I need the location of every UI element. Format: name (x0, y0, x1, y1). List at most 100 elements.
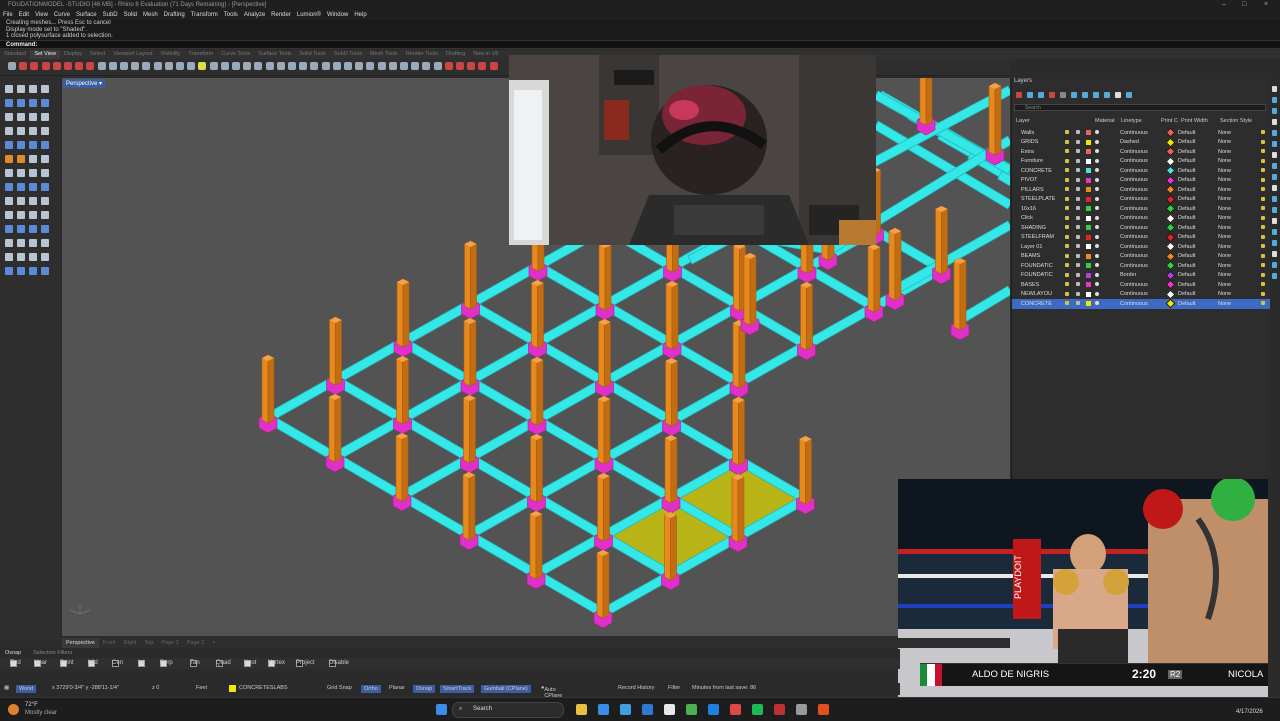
layer-row[interactable]: CONCRETE Continuous Default None (1012, 298, 1270, 309)
bulb-icon[interactable] (1065, 158, 1069, 163)
print-color-icon[interactable] (1165, 289, 1176, 299)
lock-icon[interactable] (1076, 263, 1080, 267)
tool-icon[interactable] (41, 169, 49, 177)
tool-icon[interactable] (5, 141, 13, 149)
layer-row[interactable]: 16x16 Continuous Default None (1012, 203, 1270, 214)
tool-icon[interactable] (29, 225, 37, 233)
layer-tool-icon[interactable] (1093, 92, 1099, 98)
layer-print-width[interactable]: Default (1178, 215, 1195, 221)
layer-row[interactable]: PILLARS Continuous Default None (1012, 184, 1270, 195)
pillar[interactable] (743, 252, 751, 326)
material-icon[interactable] (1095, 244, 1099, 248)
filter-toggle[interactable]: Filter (668, 685, 680, 691)
material-icon[interactable] (1095, 253, 1099, 258)
pillar[interactable] (799, 435, 806, 505)
tool-icon[interactable] (5, 197, 13, 205)
material-icon[interactable] (1095, 291, 1099, 296)
taskbar-app-icon[interactable] (598, 704, 609, 715)
auto-cplane-toggle[interactable]: ● Auto CPlane (World) (541, 685, 562, 705)
layer-section-style[interactable]: None (1218, 139, 1231, 145)
layer-color-swatch[interactable] (1086, 158, 1091, 164)
tool-icon[interactable] (5, 113, 13, 121)
toolbar-tool-icon[interactable] (433, 62, 442, 70)
material-icon[interactable] (1095, 177, 1099, 182)
toolbar-tool-icon[interactable] (478, 62, 487, 70)
material-icon[interactable] (1095, 130, 1099, 134)
taskbar-app-icon[interactable] (752, 704, 763, 715)
layer-color-swatch[interactable] (1086, 225, 1091, 230)
panel-tab-icon[interactable] (1272, 119, 1277, 125)
command-line[interactable]: Command: (0, 40, 1280, 49)
layer-section-style[interactable]: None (1218, 253, 1231, 259)
pillar[interactable] (328, 393, 336, 463)
layer-print-width[interactable]: Default (1178, 272, 1195, 278)
viewport-tab-4[interactable]: Page 1 (157, 638, 182, 648)
print-color-icon[interactable] (1165, 213, 1176, 223)
layer-section-style[interactable]: None (1218, 187, 1231, 193)
minimize-icon[interactable]: – (1222, 0, 1226, 10)
layer-linetype[interactable]: Dashed (1120, 139, 1139, 145)
material-icon[interactable] (1095, 272, 1099, 277)
pillar[interactable] (531, 279, 538, 349)
tool-icon[interactable] (5, 253, 13, 261)
tool-icon[interactable] (41, 197, 49, 205)
layer-search-input[interactable]: Search (1014, 104, 1266, 111)
toolbar-tool-icon[interactable] (153, 62, 162, 70)
menu-item-8[interactable]: Drafting (161, 10, 188, 20)
material-icon[interactable] (1095, 263, 1099, 267)
weather-icon[interactable] (8, 704, 19, 715)
layer-tool-icon[interactable] (1071, 92, 1077, 98)
layer-row[interactable]: CONCRETE Continuous Default None (1012, 165, 1270, 176)
tool-icon[interactable] (5, 225, 13, 233)
toolbar-tool-icon[interactable] (86, 62, 95, 70)
layer-linetype[interactable]: Continuous (1120, 177, 1148, 183)
tool-icon[interactable] (17, 225, 25, 233)
lock-icon[interactable] (1076, 225, 1080, 229)
pillar[interactable] (935, 205, 942, 275)
section-icon[interactable] (1261, 196, 1265, 201)
taskbar-app-icon[interactable] (818, 704, 829, 715)
toolbar-tool-icon[interactable] (411, 62, 420, 70)
toolbar-tool-icon[interactable] (276, 62, 285, 70)
layer-row[interactable]: PIVOT Continuous Default None (1012, 175, 1270, 186)
bulb-icon[interactable] (1065, 196, 1069, 201)
panel-tab-icon[interactable] (1272, 108, 1277, 114)
layer-print-width[interactable]: Default (1178, 225, 1195, 231)
tool-icon[interactable] (41, 239, 49, 247)
toolbar-tool-icon[interactable] (444, 62, 453, 70)
tool-icon[interactable] (17, 99, 25, 107)
toolbar-tool-icon[interactable] (209, 62, 218, 70)
taskbar-app-icon[interactable] (686, 704, 697, 715)
menu-item-14[interactable]: Window (324, 10, 351, 20)
tool-icon[interactable] (29, 141, 37, 149)
bulb-icon[interactable] (1065, 187, 1069, 191)
layer-row[interactable]: Layer 01 Continuous Default None (1012, 241, 1270, 252)
layer-print-width[interactable]: Default (1178, 187, 1195, 193)
toolbar-tool-icon[interactable] (422, 62, 431, 70)
toolbar-tab-9[interactable]: Solid Tools (295, 50, 330, 59)
toolbar-tab-6[interactable]: Transform (184, 50, 217, 59)
menu-item-2[interactable]: View (32, 10, 51, 20)
toolbar-tab-7[interactable]: Curve Tools (217, 50, 254, 59)
section-icon[interactable] (1261, 149, 1265, 153)
layer-linetype[interactable]: Continuous (1120, 301, 1148, 307)
toolbar-tab-5[interactable]: Visibility (157, 50, 185, 59)
tool-icon[interactable] (29, 239, 37, 247)
pillar[interactable] (665, 280, 673, 350)
layer-section-style[interactable]: None (1218, 158, 1231, 164)
bulb-icon[interactable] (1065, 253, 1069, 258)
viewport-label[interactable]: Perspective ▾ (63, 79, 106, 88)
start-icon[interactable] (436, 704, 447, 715)
layer-section-style[interactable]: None (1218, 282, 1231, 288)
print-color-icon[interactable] (1165, 298, 1176, 309)
bulb-icon[interactable] (1065, 272, 1069, 277)
lock-icon[interactable] (1076, 177, 1080, 182)
tool-icon[interactable] (41, 267, 49, 275)
panel-tab-icon[interactable] (1272, 262, 1277, 268)
material-icon[interactable] (1095, 158, 1099, 163)
bulb-icon[interactable] (1065, 149, 1069, 153)
layer-row[interactable]: STEELFRAM Continuous Default None (1012, 232, 1270, 243)
pillar[interactable] (598, 241, 606, 311)
layer-color-swatch[interactable] (1086, 177, 1091, 183)
panel-tab-icon[interactable] (1272, 86, 1277, 92)
